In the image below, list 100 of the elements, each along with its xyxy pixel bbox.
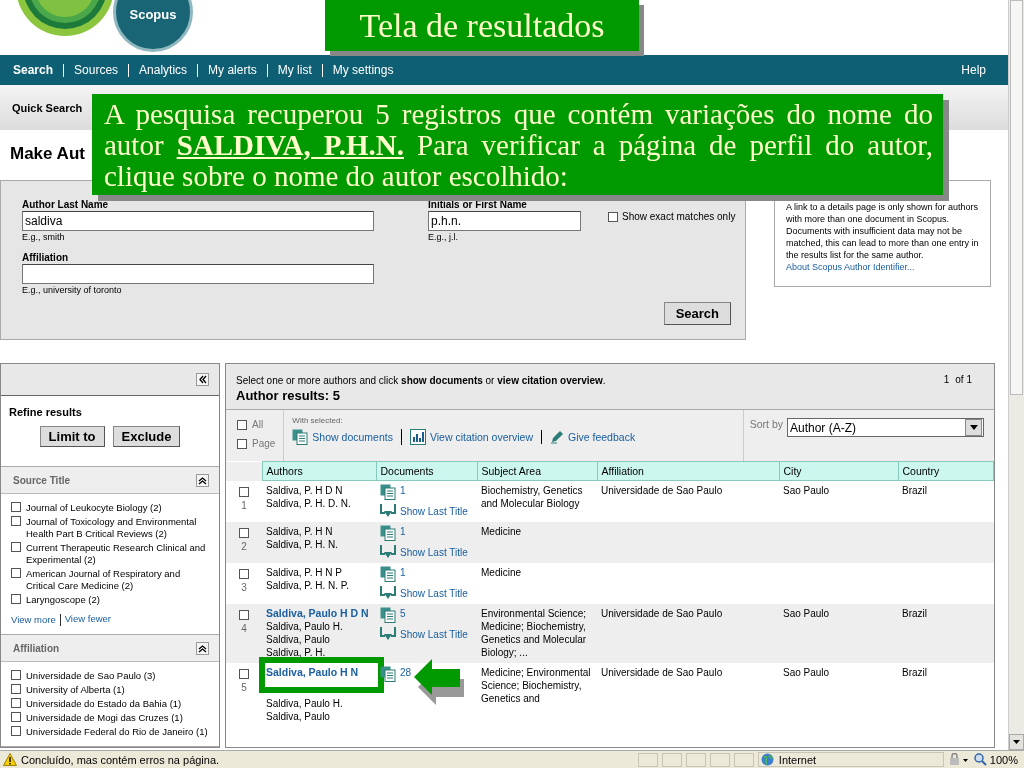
column-header[interactable]: Country bbox=[898, 461, 994, 481]
facet-option: Universidade do Estado da Bahia (1) bbox=[26, 698, 182, 710]
text-field[interactable]: saldiva bbox=[22, 211, 374, 231]
name-variant: Saldiva, Paulo H. bbox=[266, 620, 344, 633]
checkbox[interactable] bbox=[11, 684, 21, 694]
name-variant: Saldiva, P. H. N. bbox=[266, 538, 340, 551]
checkbox[interactable] bbox=[239, 569, 249, 579]
collapse-button[interactable] bbox=[196, 473, 209, 487]
facet-option: Universidade de Sao Paulo (3) bbox=[26, 670, 156, 682]
logo-text: Scopus bbox=[129, 7, 177, 22]
checkbox[interactable] bbox=[239, 486, 249, 497]
checkbox[interactable] bbox=[11, 516, 21, 526]
author-link[interactable]: Saldiva, Paulo H N bbox=[266, 666, 372, 679]
checkbox[interactable] bbox=[11, 568, 21, 578]
checkbox[interactable] bbox=[237, 438, 247, 449]
show-last-title-link[interactable]: Show Last Title bbox=[400, 546, 468, 559]
nav-link[interactable]: Search bbox=[13, 63, 64, 77]
author-name: Saldiva, P. H N bbox=[266, 525, 334, 538]
document-count-link[interactable]: 1 bbox=[400, 484, 406, 497]
checkbox[interactable] bbox=[239, 528, 249, 538]
nav-link[interactable]: My list bbox=[266, 63, 322, 77]
text-field[interactable] bbox=[22, 264, 374, 284]
nav-link[interactable]: My settings bbox=[321, 63, 404, 77]
checkbox[interactable] bbox=[11, 712, 21, 722]
info-link[interactable]: About Scopus Author Identifier... bbox=[786, 262, 915, 272]
checkbox[interactable] bbox=[608, 211, 618, 222]
collapse-sidebar-button[interactable] bbox=[196, 373, 209, 386]
refine-button[interactable]: Exclude bbox=[112, 426, 181, 447]
action-link[interactable]: View citation overview bbox=[429, 431, 533, 443]
country: Brazil bbox=[902, 485, 927, 496]
facet-link[interactable]: View more bbox=[11, 614, 56, 626]
collapse-button[interactable] bbox=[196, 641, 209, 655]
down-arrow-icon[interactable] bbox=[1013, 740, 1020, 744]
facet-link[interactable]: View fewer bbox=[59, 614, 111, 626]
name-variant: Saldiva, P. H. bbox=[266, 646, 327, 659]
column-header[interactable]: City bbox=[779, 461, 898, 481]
facet-option: Journal of Leukocyte Biology (2) bbox=[26, 502, 162, 514]
text-field[interactable]: p.h.n. bbox=[428, 211, 581, 231]
logo-badge[interactable]: Scopus bbox=[113, 0, 193, 52]
checkbox[interactable] bbox=[11, 594, 21, 604]
sort-dropdown[interactable]: Author (A-Z) bbox=[787, 418, 984, 437]
warning-icon bbox=[3, 753, 17, 766]
city: Sao Paulo bbox=[783, 667, 830, 678]
globe-icon bbox=[760, 753, 774, 766]
document-count-link[interactable]: 1 bbox=[400, 566, 406, 579]
facet-option: American Journal of Respiratory and Critical Care Medicine (2) bbox=[26, 568, 211, 592]
document-count-link[interactable]: 1 bbox=[400, 525, 406, 538]
checkbox[interactable] bbox=[11, 542, 21, 552]
affiliation: Universidade de Sao Paulo bbox=[601, 608, 723, 619]
field-label: Affiliation bbox=[22, 252, 70, 263]
sub-nav-tab[interactable]: Quick Search bbox=[12, 101, 83, 114]
facet-option: Journal of Toxicology and Environmental Health Part B Critical Reviews (2) bbox=[26, 516, 211, 540]
refine-button[interactable]: Limit to bbox=[39, 426, 105, 447]
facet-option: University of Alberta (1) bbox=[26, 684, 125, 696]
row-number: 2 bbox=[241, 540, 247, 553]
column-header[interactable]: Authors bbox=[262, 461, 376, 481]
column-header[interactable]: Documents bbox=[376, 461, 477, 481]
row-number: 4 bbox=[241, 622, 247, 635]
subject-area: Environmental Science; Medicine; Biochemistry, Genetics and Molecular Biology; ... bbox=[481, 608, 587, 658]
checkbox[interactable] bbox=[11, 726, 21, 736]
facet-title: Source Title bbox=[13, 474, 71, 486]
document-count-link[interactable]: 28 bbox=[400, 666, 412, 679]
action-link[interactable]: Show documents bbox=[312, 431, 393, 443]
scrollbar[interactable] bbox=[1008, 0, 1024, 750]
help-link[interactable]: Help bbox=[961, 63, 996, 77]
checkbox[interactable] bbox=[11, 698, 21, 708]
instruction-text: Select one or more authors and click show documents or view citation overview. bbox=[236, 375, 606, 386]
author-name: Saldiva, P. H D N bbox=[266, 484, 344, 497]
nav-link[interactable]: Analytics bbox=[128, 63, 198, 77]
document-count-link[interactable]: 5 bbox=[400, 607, 406, 620]
name-variant: Saldiva, Paulo bbox=[266, 710, 331, 723]
affiliation: Universidade de Sao Paulo bbox=[601, 485, 723, 496]
column-header[interactable]: Affiliation bbox=[597, 461, 779, 481]
show-last-title-link[interactable]: Show Last Title bbox=[400, 505, 468, 518]
column-header[interactable]: Subject Area bbox=[477, 461, 597, 481]
status-pane bbox=[709, 752, 730, 767]
zoom-icon bbox=[973, 753, 987, 766]
checkbox[interactable] bbox=[239, 610, 249, 620]
lock-icon[interactable] bbox=[947, 753, 970, 766]
sort-label: Sort by bbox=[749, 418, 783, 430]
select-label: Page bbox=[252, 438, 276, 449]
nav-link[interactable]: Sources bbox=[63, 63, 129, 77]
checkbox[interactable] bbox=[237, 419, 247, 430]
checkbox[interactable] bbox=[11, 670, 21, 680]
show-last-title-link[interactable]: Show Last Title bbox=[400, 628, 468, 641]
author-link[interactable]: Saldiva, Paulo H D N bbox=[266, 607, 372, 620]
show-last-title-link[interactable]: Show Last Title bbox=[400, 587, 468, 600]
name-variant: Saldiva, P. H. D. N. bbox=[266, 497, 352, 510]
pencil-icon bbox=[550, 430, 564, 444]
page-total: of 1 bbox=[955, 374, 972, 385]
action-link[interactable]: Give feedback bbox=[568, 431, 636, 443]
nav-link[interactable]: My alerts bbox=[197, 63, 267, 77]
documents-icon bbox=[380, 484, 396, 500]
checkbox[interactable] bbox=[11, 502, 21, 512]
checkbox[interactable] bbox=[239, 669, 249, 679]
zoom-level[interactable]: 100% bbox=[989, 753, 1018, 766]
slide-title: Tela de resultados bbox=[359, 6, 605, 45]
info-text: A link to a details page is only shown for authors with more than one document in Scopus. Documents with insufficient data may not be matched, this can lead to more than one entry in the results list for the same author. bbox=[786, 202, 979, 260]
documents-icon bbox=[380, 607, 396, 623]
search-button[interactable]: Search bbox=[663, 302, 731, 325]
